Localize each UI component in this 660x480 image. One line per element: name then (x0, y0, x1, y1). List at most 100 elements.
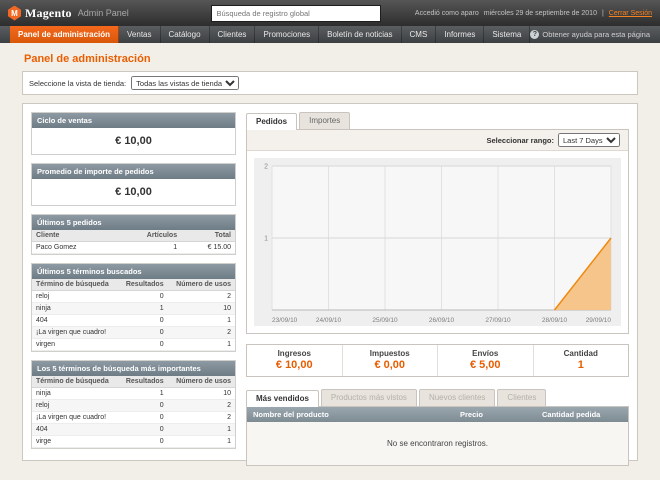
table-cell: 1 (168, 424, 235, 436)
column-header: Número de usos (168, 279, 235, 291)
table-cell: 1 (119, 303, 168, 315)
last-search-terms-title: Últimos 5 términos buscados (32, 264, 235, 279)
table-cell: virge (32, 436, 119, 448)
svg-text:29/09/10: 29/09/10 (586, 317, 612, 324)
table-row[interactable]: 40401 (32, 424, 235, 436)
range-label: Seleccionar rango: (486, 136, 554, 145)
avg-order-box: Promedio de importe de pedidos € 10,00 (31, 163, 236, 206)
tab-importes[interactable]: Importes (299, 112, 350, 129)
magento-logo[interactable]: M Magento Admin Panel (8, 6, 178, 21)
column-header: Resultados (119, 279, 168, 291)
table-cell: ninja (32, 388, 119, 400)
help-icon: ? (530, 30, 539, 39)
stat-value: 1 (534, 359, 629, 371)
svg-text:23/09/10: 23/09/10 (272, 317, 298, 324)
products-table-header: Nombre del producto Precio Cantidad pedi… (247, 407, 628, 422)
nav-item-clientes[interactable]: Clientes (210, 26, 256, 43)
data-table: ClienteArtículosTotalPaco Gomez1€ 15.00 (32, 230, 235, 254)
top-search-terms-table: Término de búsquedaResultadosNúmero de u… (32, 376, 235, 448)
column-header: Término de búsqueda (32, 279, 119, 291)
table-cell: 404 (32, 424, 119, 436)
range-select[interactable]: Last 7 Days (558, 133, 620, 147)
table-row[interactable]: ninja110 (32, 303, 235, 315)
table-cell: reloj (32, 291, 119, 303)
dashboard-panel: Ciclo de ventas € 10,00 Promedio de impo… (22, 103, 638, 461)
table-cell: Paco Gomez (32, 242, 115, 254)
stat-label: Ingresos (247, 349, 342, 358)
nav-item-promociones[interactable]: Promociones (255, 26, 319, 43)
sales-cycle-box: Ciclo de ventas € 10,00 (31, 112, 236, 155)
table-header-row: ClienteArtículosTotal (32, 230, 235, 242)
nav-item-cms[interactable]: CMS (402, 26, 437, 43)
stat-label: Envíos (438, 349, 533, 358)
logout-link[interactable]: Cerrar Sesión (609, 10, 652, 17)
svg-text:24/09/10: 24/09/10 (316, 317, 342, 324)
tab-productos-m-s-vistos[interactable]: Productos más vistos (321, 389, 417, 406)
last-search-terms-box: Últimos 5 términos buscados Término de b… (31, 263, 236, 352)
top-search-terms-box: Los 5 términos de búsqueda más important… (31, 360, 236, 449)
nav-item-bolet-n-de-noticias[interactable]: Boletín de noticias (319, 26, 401, 43)
nav-item-sistema[interactable]: Sistema (484, 26, 530, 43)
orders-amounts-tabs: PedidosImportes (246, 112, 629, 129)
table-cell: 0 (119, 327, 168, 339)
column-header: Término de búsqueda (32, 376, 119, 388)
dashboard-right-column: PedidosImportes Seleccionar rango: Last … (246, 112, 629, 452)
table-cell: € 15.00 (181, 242, 235, 254)
empty-records-message: No se encontraron registros. (247, 422, 628, 465)
main-nav: Panel de administraciónVentasCatálogoCli… (0, 26, 660, 43)
magento-admin-panel: M Magento Admin Panel Accedió como aparo… (0, 0, 660, 480)
table-cell: 0 (119, 412, 168, 424)
table-header-row: Término de búsquedaResultadosNúmero de u… (32, 376, 235, 388)
tab-pedidos[interactable]: Pedidos (246, 113, 297, 130)
last-search-terms-table: Término de búsquedaResultadosNúmero de u… (32, 279, 235, 351)
global-search-input[interactable] (211, 5, 381, 22)
table-row[interactable]: ninja110 (32, 388, 235, 400)
table-cell: 0 (119, 291, 168, 303)
table-cell: 404 (32, 315, 119, 327)
table-row[interactable]: ¡La virgen que cuadro!02 (32, 412, 235, 424)
stat-value: € 10,00 (247, 359, 342, 371)
table-row[interactable]: reloj02 (32, 400, 235, 412)
table-row[interactable]: virge01 (32, 436, 235, 448)
separator: | (602, 10, 604, 17)
data-table: Término de búsquedaResultadosNúmero de u… (32, 376, 235, 448)
range-selector-row: Seleccionar rango: Last 7 Days (247, 130, 628, 151)
bottom-tabs: Más vendidosProductos más vistosNuevos c… (246, 389, 629, 406)
current-date: miércoles 29 de septiembre de 2010 (484, 10, 597, 17)
table-cell: 0 (119, 315, 168, 327)
table-cell: 1 (119, 388, 168, 400)
tab-nuevos-clientes[interactable]: Nuevos clientes (419, 389, 495, 406)
avg-order-value: € 10,00 (32, 179, 235, 205)
nav-item-cat-logo[interactable]: Catálogo (161, 26, 210, 43)
chart-panel: Seleccionar rango: Last 7 Days 1223/09/1… (246, 129, 629, 334)
table-row[interactable]: ¡La virgen que cuadro!02 (32, 327, 235, 339)
table-cell: 1 (115, 242, 181, 254)
table-row[interactable]: virgen01 (32, 339, 235, 351)
tab-m-s-vendidos[interactable]: Más vendidos (246, 390, 319, 407)
tab-clientes[interactable]: Clientes (497, 389, 546, 406)
column-header-price: Precio (454, 407, 536, 422)
help-label: Obtener ayuda para esta página (542, 30, 650, 39)
store-view-select[interactable]: Todas las vistas de tienda (131, 76, 239, 90)
nav-help-link[interactable]: ? Obtener ayuda para esta página (530, 26, 660, 43)
nav-item-informes[interactable]: Informes (436, 26, 484, 43)
table-cell: 0 (119, 339, 168, 351)
column-header: Artículos (115, 230, 181, 242)
stat-label: Impuestos (343, 349, 438, 358)
top-header: M Magento Admin Panel Accedió como aparo… (0, 0, 660, 26)
store-view-label: Seleccione la vista de tienda: (29, 79, 126, 88)
table-row[interactable]: Paco Gomez1€ 15.00 (32, 242, 235, 254)
nav-item-ventas[interactable]: Ventas (119, 26, 160, 43)
nav-item-panel-de-administraci-n[interactable]: Panel de administración (10, 26, 119, 43)
stat-value: € 0,00 (343, 359, 438, 371)
last-orders-table: ClienteArtículosTotalPaco Gomez1€ 15.00 (32, 230, 235, 254)
table-cell: virgen (32, 339, 119, 351)
stat-value: € 5,00 (438, 359, 533, 371)
stat-env-os: Envíos€ 5,00 (437, 345, 533, 376)
svg-text:27/09/10: 27/09/10 (485, 317, 511, 324)
table-row[interactable]: reloj02 (32, 291, 235, 303)
dashboard-left-column: Ciclo de ventas € 10,00 Promedio de impo… (31, 112, 236, 452)
table-cell: 2 (168, 400, 235, 412)
table-row[interactable]: 40401 (32, 315, 235, 327)
table-cell: 1 (168, 339, 235, 351)
